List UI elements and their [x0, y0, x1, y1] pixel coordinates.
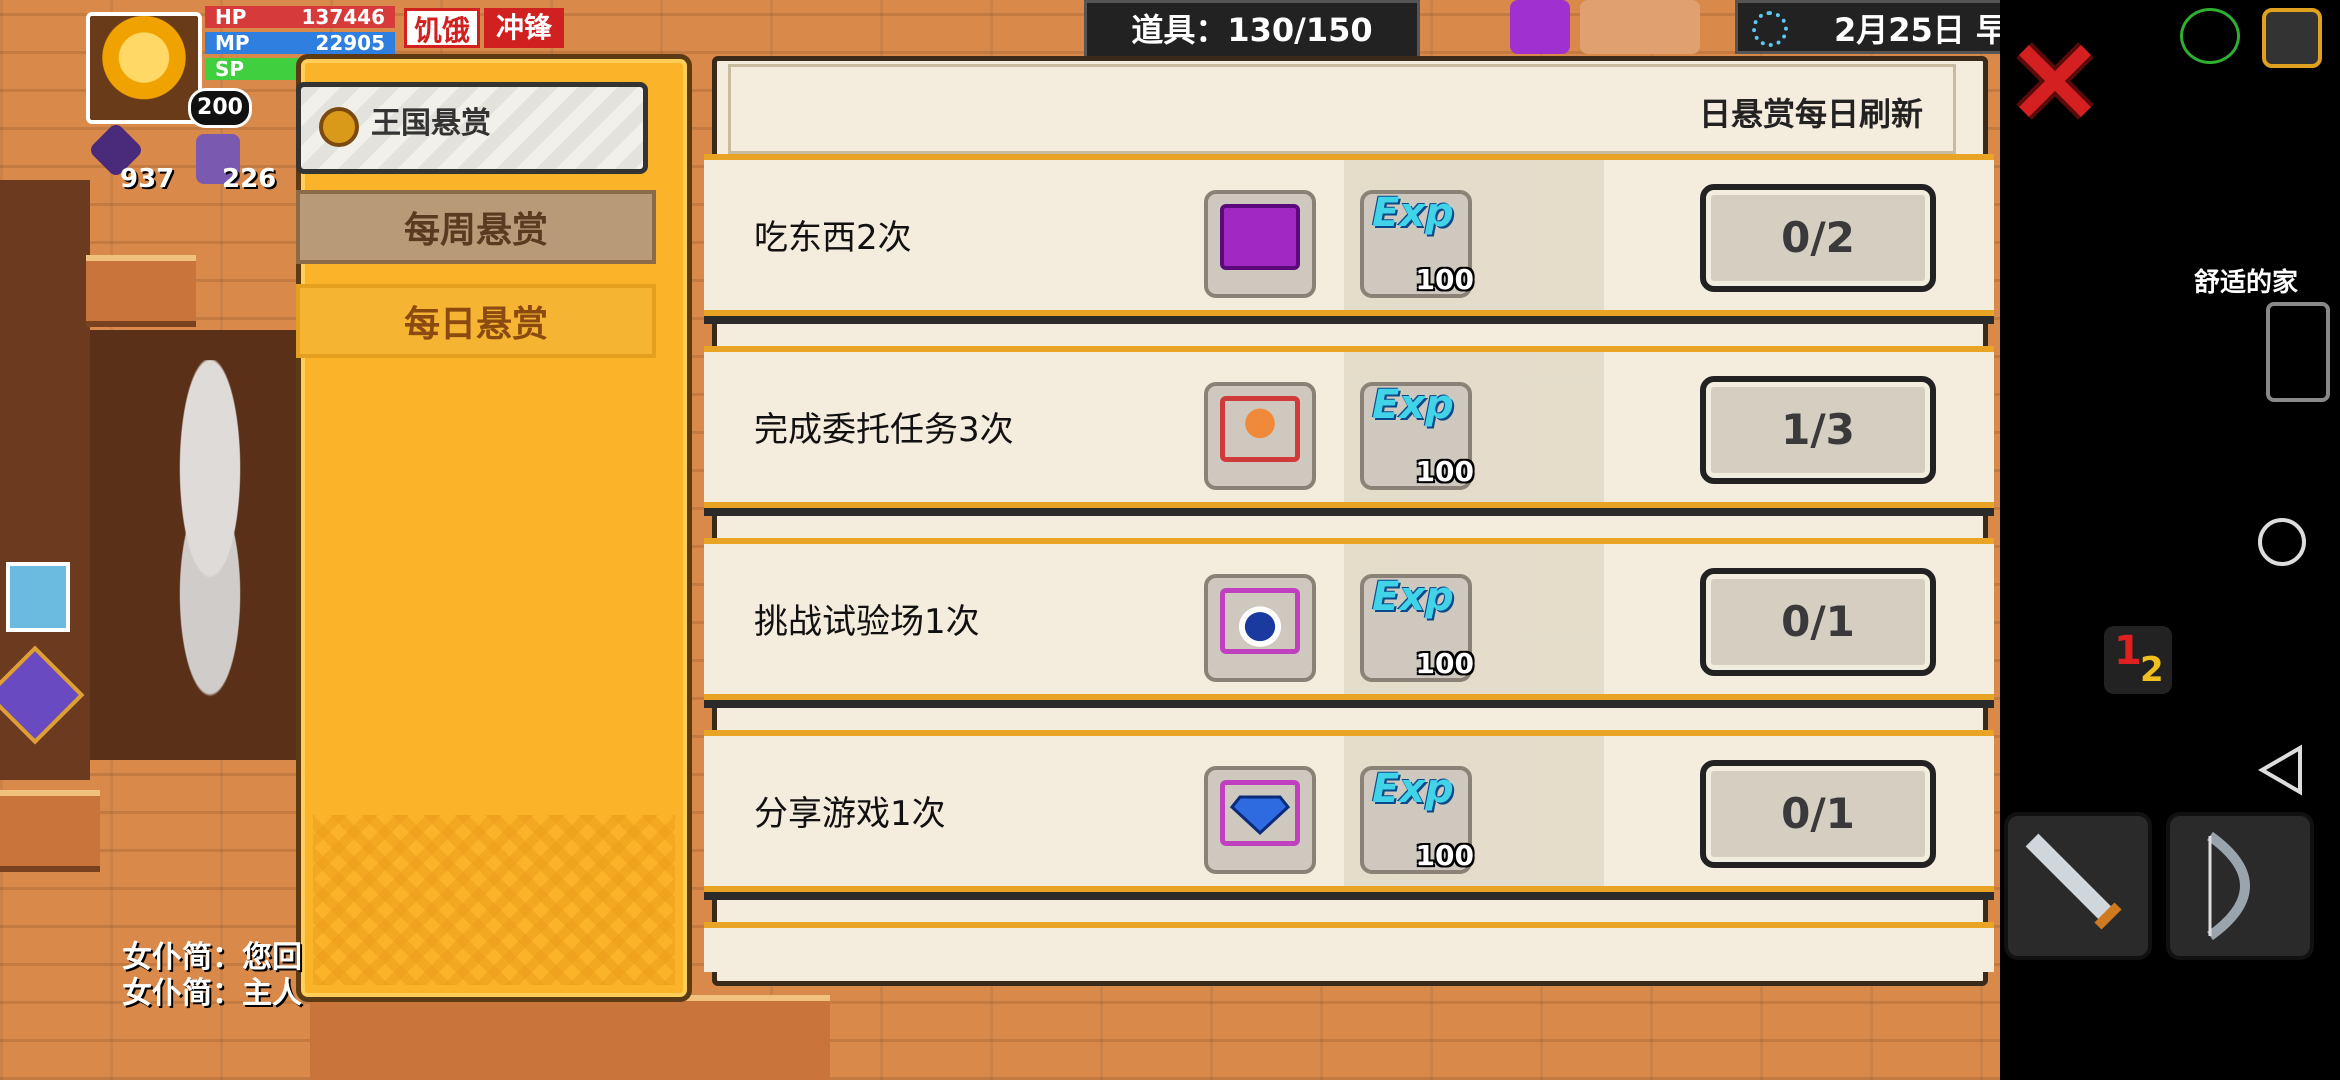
progress-text: 1/3: [1781, 405, 1855, 454]
hp-label: HP: [215, 5, 247, 29]
phone-icon[interactable]: [2266, 302, 2330, 402]
hp-bar: HP 137446: [205, 6, 395, 28]
level-text: 200: [197, 95, 243, 120]
bounty-row[interactable]: 分享游戏1次 Exp 100 0/1: [704, 730, 1994, 900]
bounty-task: 完成委托任务3次: [754, 410, 1014, 450]
exp-amount: 100: [1415, 455, 1474, 488]
exp-icon: Exp: [1372, 382, 1454, 428]
resource-1: 937: [120, 164, 174, 194]
tab-daily-bounty[interactable]: 每日悬赏: [296, 284, 656, 358]
character-sprite[interactable]: [140, 360, 280, 720]
tab-weekly-bounty[interactable]: 每周悬赏: [296, 190, 656, 264]
refresh-note: 日悬赏每日刷新: [1698, 95, 1923, 133]
level-badge: 200: [188, 88, 252, 128]
list-scroll-edge: [704, 922, 1994, 972]
tab-kingdom-label: 王国悬赏: [371, 106, 491, 141]
network-icon[interactable]: [2180, 8, 2240, 64]
exp-reward-slot[interactable]: Exp 100: [1360, 766, 1474, 874]
furniture: [0, 790, 100, 872]
exp-reward-slot[interactable]: Exp 100: [1360, 382, 1474, 490]
exit-icon[interactable]: [2262, 8, 2322, 68]
exp-amount: 100: [1415, 839, 1474, 872]
mp-bar: MP 22905: [205, 32, 395, 54]
exp-icon: Exp: [1372, 574, 1454, 620]
progress-counter: 1/3: [1700, 376, 1936, 484]
resource-2: 226: [222, 164, 276, 194]
exp-reward-slot[interactable]: Exp 100: [1360, 574, 1474, 682]
reward-item-slot[interactable]: [1204, 190, 1316, 298]
chat-text: 女仆简：主人: [122, 976, 302, 1011]
bounty-row[interactable]: 完成委托任务3次 Exp 100 1/3: [704, 346, 1994, 516]
sp-label: SP: [215, 57, 245, 81]
resource-2-text: 226: [222, 164, 277, 194]
orange-medal-icon: [1220, 396, 1300, 462]
bounty-task: 分享游戏1次: [754, 794, 946, 834]
picture-icon[interactable]: [6, 562, 70, 632]
bounty-row[interactable]: 吃东西2次 Exp 100 0/2: [704, 154, 1994, 324]
mp-value: 22905: [315, 31, 385, 55]
status-hungry-text: 饥饿: [413, 14, 470, 47]
sun-icon: [1752, 11, 1788, 47]
player-avatar[interactable]: [86, 12, 202, 124]
status-charge: 冲锋: [484, 8, 564, 48]
panel-pattern: [313, 815, 675, 985]
chat-line: 女仆简：主人: [122, 968, 302, 1012]
mp-label: MP: [215, 31, 250, 55]
bounty-row[interactable]: 挑战试验场1次 Exp 100 0/1: [704, 538, 1994, 708]
progress-counter: 0/1: [1700, 760, 1936, 868]
bounty-task: 挑战试验场1次: [754, 602, 980, 642]
system-area: [2000, 0, 2340, 1080]
progress-text: 0/1: [1781, 789, 1855, 838]
exp-icon: Exp: [1372, 190, 1454, 236]
home-nav-icon[interactable]: [2258, 518, 2306, 566]
purple-book-icon: [1220, 204, 1300, 270]
flower-icon: [1580, 0, 1700, 54]
furniture: [310, 995, 830, 1080]
exp-amount: 100: [1415, 263, 1474, 296]
date-text: 2月25日 早晨: [1834, 11, 2000, 49]
item-count: 道具：130/150: [1084, 0, 1420, 60]
blue-potion-icon: [1220, 588, 1300, 654]
resource-1-text: 937: [120, 164, 175, 194]
blue-gem-icon: [1220, 780, 1300, 846]
exp-amount: 100: [1415, 647, 1474, 680]
exp-reward-slot[interactable]: Exp 100: [1360, 190, 1474, 298]
progress-text: 0/2: [1781, 213, 1855, 262]
reward-item-slot[interactable]: [1204, 382, 1316, 490]
tab-kingdom-bounty[interactable]: 王国悬赏: [296, 82, 648, 174]
back-nav-icon[interactable]: [2258, 744, 2304, 796]
exp-icon: Exp: [1372, 766, 1454, 812]
status-hungry: 饥饿: [404, 8, 480, 48]
tab-weekly-label: 每周悬赏: [403, 210, 548, 251]
status-charge-text: 冲锋: [495, 11, 552, 44]
hp-value: 137446: [301, 5, 386, 29]
coin-icon: [319, 107, 359, 147]
reward-item-slot[interactable]: [1204, 766, 1316, 874]
panel-header: 日悬赏每日刷新: [728, 64, 1956, 154]
progress-counter: 0/1: [1700, 568, 1936, 676]
tab-daily-label: 每日悬赏: [403, 304, 548, 345]
reward-item-slot[interactable]: [1204, 574, 1316, 682]
sword-shop-icon[interactable]: [1510, 0, 1570, 54]
progress-counter: 0/2: [1700, 184, 1936, 292]
furniture: [86, 255, 196, 327]
item-count-text: 道具：130/150: [1131, 11, 1373, 49]
progress-text: 0/1: [1781, 597, 1855, 646]
date-bar: 2月25日 早晨: [1735, 0, 2000, 54]
bounty-task: 吃东西2次: [754, 218, 912, 258]
